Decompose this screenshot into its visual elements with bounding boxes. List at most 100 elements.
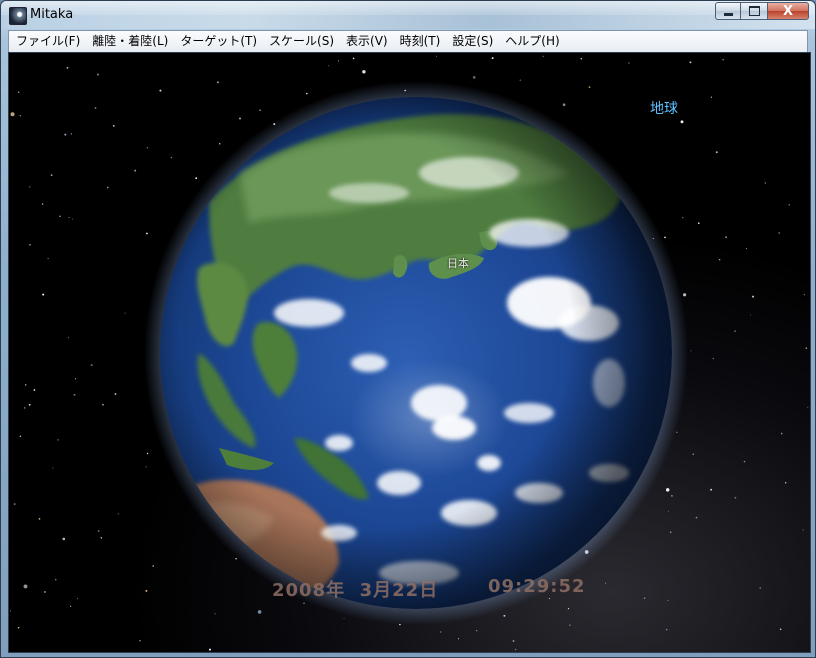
star (29, 186, 31, 188)
star (90, 364, 93, 367)
star (667, 510, 669, 512)
star (328, 65, 330, 67)
star (24, 384, 27, 386)
star (752, 295, 754, 298)
star (68, 216, 70, 218)
star (604, 582, 606, 584)
menu-settings[interactable]: 設定(S) (446, 31, 499, 52)
star (62, 537, 66, 541)
star (217, 81, 219, 84)
menu-time[interactable]: 時刻(T) (394, 31, 447, 52)
star (214, 613, 216, 615)
star (805, 347, 808, 349)
minimize-icon (723, 12, 733, 16)
star (77, 597, 78, 599)
star (50, 174, 53, 176)
star (750, 314, 751, 316)
star (514, 648, 517, 651)
menu-help[interactable]: ヘルプ(H) (499, 31, 565, 52)
star (100, 537, 103, 539)
menu-view[interactable]: 表示(V) (340, 31, 394, 52)
star (146, 147, 149, 149)
maximize-icon (748, 6, 760, 16)
star (542, 55, 544, 57)
star (803, 294, 805, 296)
menu-file[interactable]: ファイル(F) (9, 31, 86, 52)
star (74, 378, 77, 380)
star (667, 600, 669, 601)
star (440, 631, 442, 633)
star (676, 431, 678, 433)
star (146, 452, 149, 455)
star (239, 117, 241, 120)
star (802, 529, 804, 531)
star (218, 143, 221, 145)
star (70, 605, 72, 607)
star (512, 640, 515, 642)
star (710, 96, 713, 98)
star (734, 496, 737, 499)
star (145, 589, 148, 592)
star (23, 584, 28, 589)
menu-takeoff-landing[interactable]: 離陸・着陸(L) (86, 31, 174, 52)
star (33, 389, 36, 391)
star (117, 513, 119, 515)
star (59, 215, 61, 218)
star (159, 89, 162, 92)
star (112, 125, 115, 127)
star (759, 587, 761, 589)
region-label: 日本 (447, 257, 469, 270)
window-title: Mitaka (30, 7, 74, 22)
menu-scale[interactable]: スケール(S) (263, 31, 340, 52)
star (519, 79, 521, 81)
mitaka-app-icon[interactable] (9, 7, 27, 25)
star (19, 115, 21, 117)
close-button[interactable]: X (767, 2, 809, 20)
star (352, 57, 355, 60)
star (734, 330, 736, 332)
menu-target[interactable]: ターゲット(T) (174, 31, 263, 52)
star (114, 393, 117, 395)
star (170, 156, 173, 159)
space-scene (9, 53, 810, 652)
maximize-button[interactable] (741, 2, 767, 20)
star (569, 624, 571, 626)
star (97, 530, 100, 532)
star (134, 169, 137, 172)
time-text: 09:29:52 (488, 576, 586, 597)
star (338, 60, 340, 62)
date-time-display: 2008年 3月22日 09:29:52 (272, 576, 585, 602)
star (145, 466, 147, 468)
star (146, 232, 148, 235)
target-name-label: 地球 (650, 101, 678, 117)
star (306, 92, 308, 95)
star (66, 66, 69, 69)
star (643, 597, 646, 599)
star (55, 579, 57, 581)
star (72, 218, 73, 220)
star (41, 203, 44, 205)
star (628, 62, 630, 64)
star (690, 350, 692, 352)
star (665, 488, 670, 492)
star (725, 236, 727, 238)
star (457, 638, 460, 640)
star (57, 439, 59, 441)
space-viewport[interactable]: 地球 日本 2008年 3月22日 09:29:52 (8, 52, 811, 653)
star (780, 432, 783, 435)
star (698, 222, 700, 224)
star (209, 648, 211, 651)
star (689, 61, 692, 64)
menu-bar: ファイル(F) 離陸・着陸(L) ターゲット(T) スケール(S) 表示(V) … (8, 30, 808, 53)
star (64, 133, 67, 136)
star (476, 630, 478, 632)
title-bar[interactable]: Mitaka X (1, 1, 815, 29)
close-icon: X (782, 3, 794, 19)
minimize-button[interactable] (715, 2, 741, 20)
caption-buttons: X (715, 2, 809, 20)
star (124, 312, 126, 314)
star (683, 293, 687, 297)
star (491, 57, 494, 60)
star (503, 614, 506, 617)
star (44, 591, 46, 593)
